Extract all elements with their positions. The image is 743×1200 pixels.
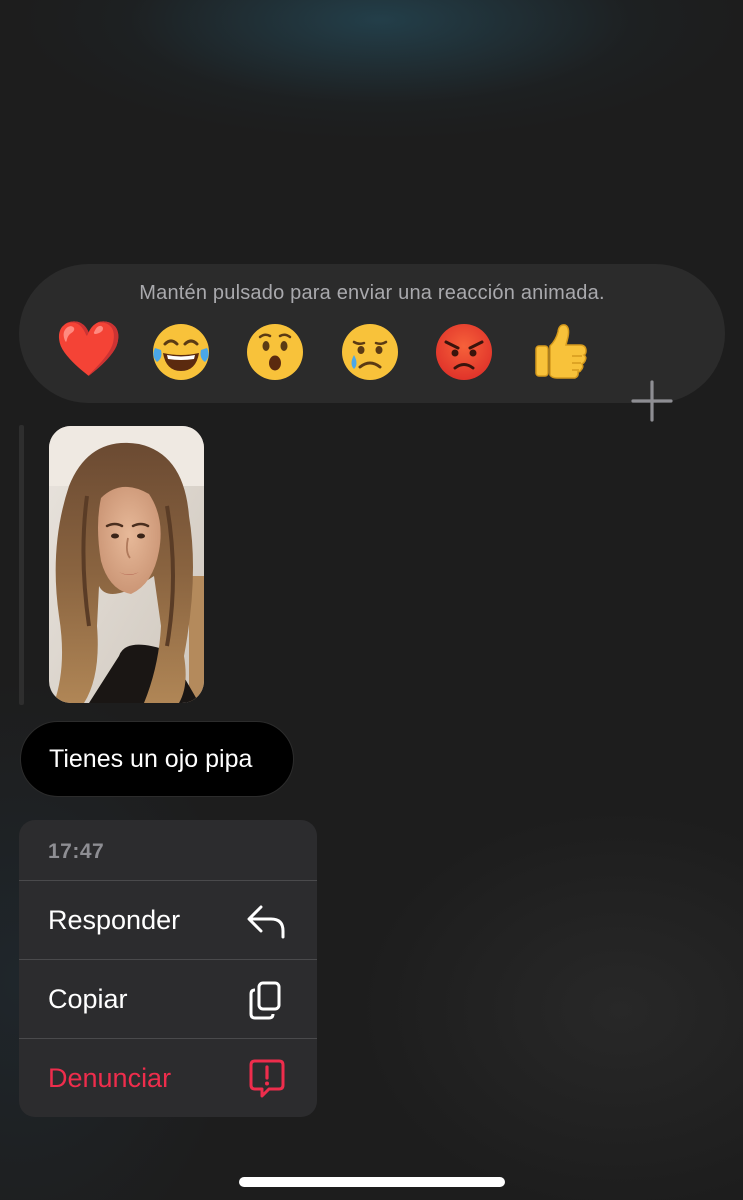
photo-image bbox=[49, 426, 204, 703]
photo-attachment[interactable] bbox=[49, 426, 204, 703]
menu-item-label: Denunciar bbox=[48, 1063, 172, 1093]
reaction-heart[interactable]: ❤️ bbox=[55, 316, 122, 382]
reaction-laughing[interactable] bbox=[151, 322, 211, 382]
reaction-hint: Mantén pulsado para enviar una reacción … bbox=[139, 282, 605, 304]
menu-item-report[interactable]: Denunciar bbox=[19, 1038, 317, 1117]
menu-item-label: Responder bbox=[48, 905, 181, 935]
menu-item-label: Copiar bbox=[48, 984, 128, 1014]
reply-icon bbox=[247, 905, 285, 939]
report-icon bbox=[249, 1059, 285, 1098]
context-menu: 17:47 Responder Copiar Denunciar bbox=[19, 820, 317, 1117]
menu-item-copy[interactable]: Copiar bbox=[19, 959, 317, 1038]
message-bubble[interactable]: Tienes un ojo pipa bbox=[20, 721, 294, 797]
reaction-crying[interactable] bbox=[340, 322, 400, 382]
copy-icon bbox=[249, 981, 281, 1020]
plus-icon[interactable] bbox=[627, 376, 677, 426]
reply-thread-line bbox=[19, 425, 24, 705]
emoji-row: ❤️ bbox=[19, 316, 725, 422]
menu-item-reply[interactable]: Responder bbox=[19, 880, 317, 959]
home-indicator bbox=[239, 1177, 505, 1187]
reaction-angry[interactable] bbox=[434, 322, 494, 382]
reaction-bar: Mantén pulsado para enviar una reacción … bbox=[19, 264, 725, 422]
message-timestamp: 17:47 bbox=[48, 840, 105, 863]
reaction-surprised[interactable] bbox=[245, 322, 305, 382]
reaction-thumbs-up[interactable] bbox=[528, 318, 592, 382]
